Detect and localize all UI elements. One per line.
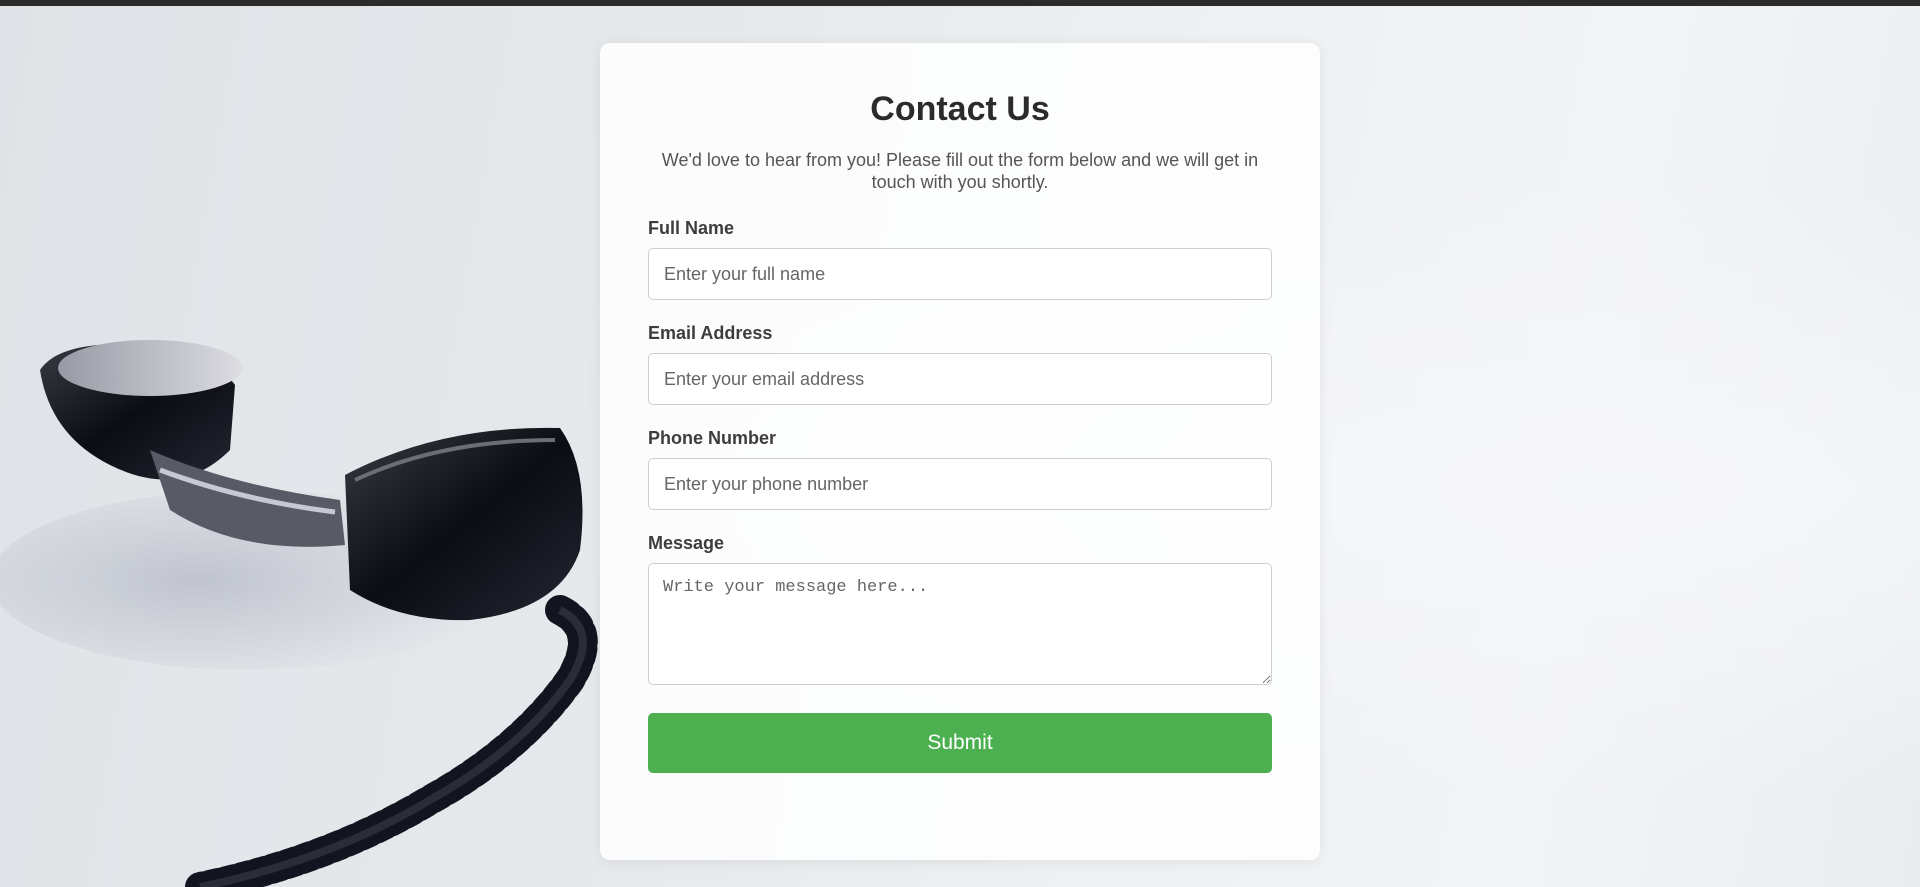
email-field-group: Email Address — [648, 322, 1272, 405]
form-intro-text: We'd love to hear from you! Please fill … — [661, 150, 1259, 192]
phone-label: Phone Number — [648, 428, 777, 448]
message-field-group: Message — [648, 532, 1272, 685]
message-label: Message — [648, 533, 725, 553]
full-name-input[interactable] — [648, 248, 1272, 300]
email-label: Email Address — [648, 323, 773, 343]
submit-button[interactable]: Submit — [648, 713, 1272, 773]
page-title: Contact Us — [870, 90, 1050, 128]
full-name-field-group: Full Name — [648, 217, 1272, 300]
phone-field-group: Phone Number — [648, 427, 1272, 510]
telephone-handset-icon — [0, 340, 598, 887]
full-name-label: Full Name — [648, 218, 735, 238]
phone-input[interactable] — [648, 458, 1272, 510]
top-strip — [0, 0, 1920, 6]
email-input[interactable] — [648, 353, 1272, 405]
contact-form-card: Contact Us We'd love to hear from you! P… — [600, 43, 1320, 860]
message-textarea[interactable] — [648, 563, 1272, 685]
